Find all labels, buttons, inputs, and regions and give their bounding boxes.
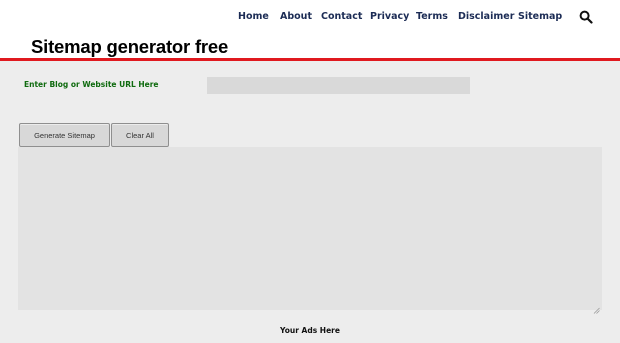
page-title: Sitemap generator free [31, 36, 229, 57]
top-navigation-bar: Home About Contact Privacy Terms Disclai… [0, 0, 620, 34]
header-divider [0, 58, 620, 61]
search-icon[interactable] [579, 10, 593, 24]
nav-link-contact[interactable]: Contact [321, 11, 362, 22]
url-field-label: Enter Blog or Website URL Here [24, 80, 159, 89]
main-nav: Home About Contact Privacy Terms Disclai… [0, 11, 620, 25]
nav-link-privacy[interactable]: Privacy [370, 11, 409, 22]
nav-link-terms[interactable]: Terms [416, 11, 448, 22]
nav-link-about[interactable]: About [280, 11, 312, 22]
nav-link-sitemap[interactable]: Sitemap [518, 11, 562, 22]
generate-sitemap-button[interactable]: Generate Sitemap [19, 123, 110, 147]
nav-link-disclaimer[interactable]: Disclaimer [458, 11, 514, 22]
ads-placeholder: Your Ads Here [280, 326, 340, 335]
resize-grip-icon[interactable] [593, 301, 600, 314]
page: Home About Contact Privacy Terms Disclai… [0, 0, 620, 343]
url-input[interactable] [207, 77, 470, 94]
clear-all-button[interactable]: Clear All [111, 123, 169, 147]
nav-link-home[interactable]: Home [238, 11, 269, 22]
sitemap-output-textarea[interactable] [18, 147, 602, 310]
